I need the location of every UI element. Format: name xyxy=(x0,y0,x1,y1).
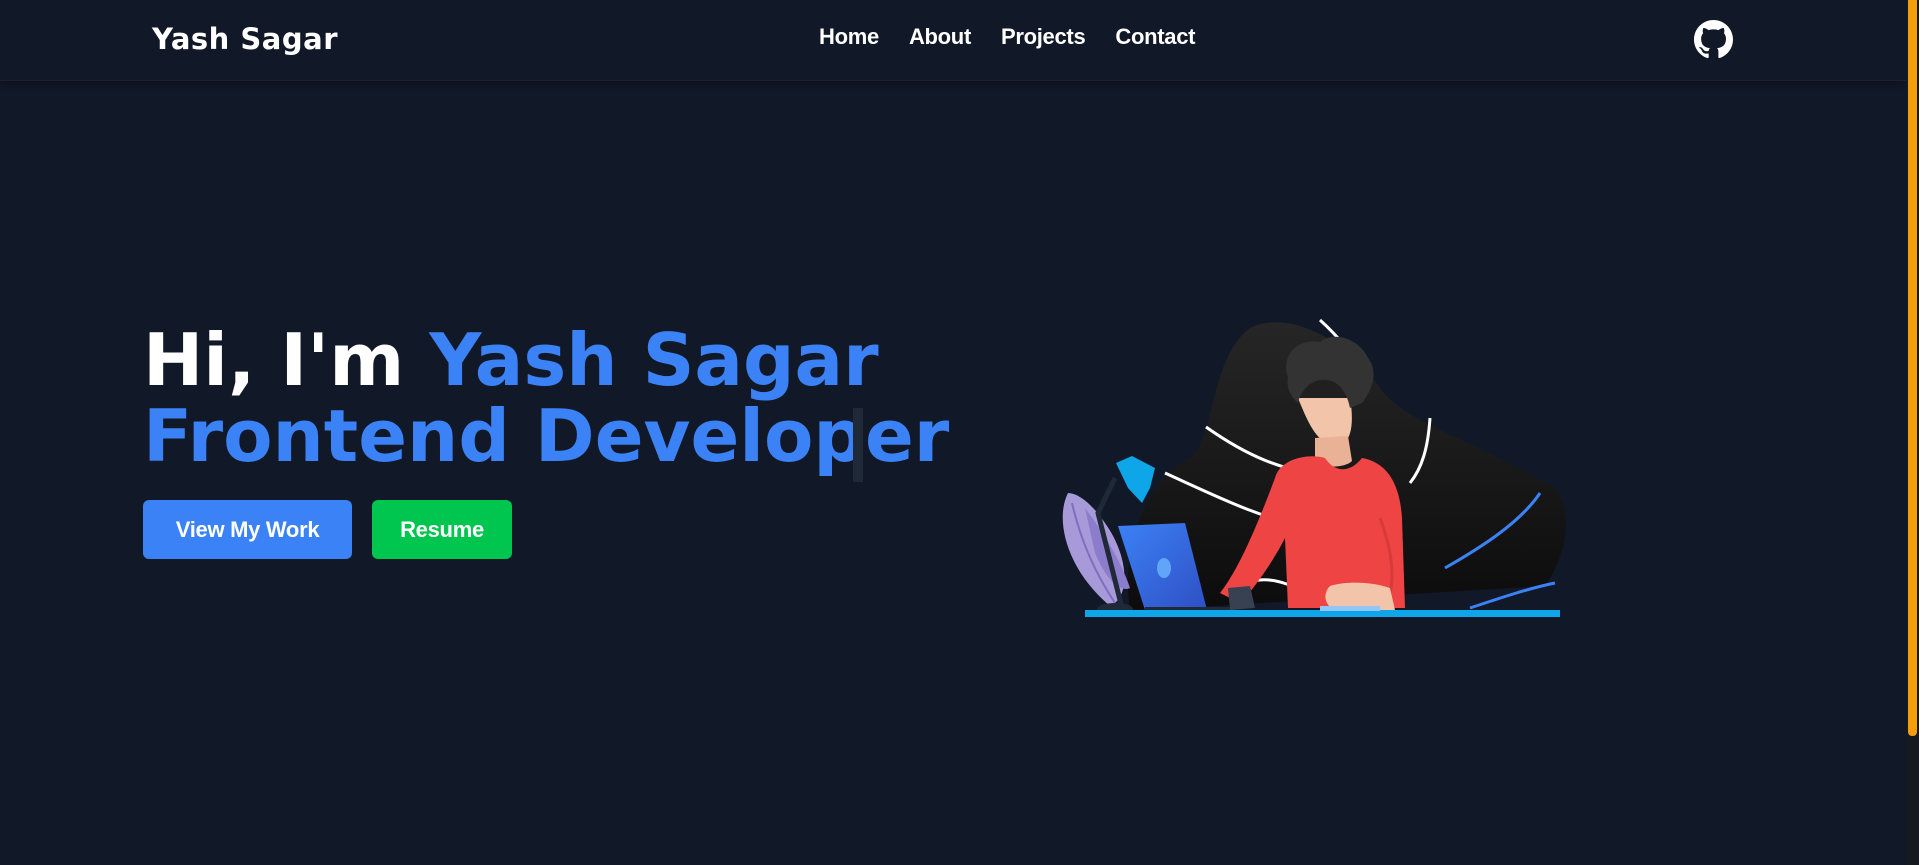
brand-logo[interactable]: Yash Sagar xyxy=(152,22,338,56)
hero-role: Frontend Developer xyxy=(143,394,950,478)
developer-illustration xyxy=(1062,318,1566,617)
hero-greeting: Hi, I'm xyxy=(143,318,430,402)
hero-title: Hi, I'm Yash Sagar Frontend Developer xyxy=(143,322,949,474)
nav-link-about[interactable]: About xyxy=(909,24,971,50)
typing-cursor xyxy=(853,408,863,482)
scrollbar[interactable] xyxy=(1906,0,1919,865)
view-my-work-button[interactable]: View My Work xyxy=(143,500,352,559)
navbar: Yash Sagar Home About Projects Contact xyxy=(0,0,1906,81)
scrollbar-thumb[interactable] xyxy=(1908,0,1917,736)
nav-link-home[interactable]: Home xyxy=(819,24,879,50)
hero-name: Yash Sagar xyxy=(429,318,879,402)
nav-links: Home About Projects Contact xyxy=(819,24,1195,50)
resume-button[interactable]: Resume xyxy=(372,500,512,559)
nav-link-contact[interactable]: Contact xyxy=(1115,24,1195,50)
github-icon[interactable] xyxy=(1694,20,1733,59)
nav-link-projects[interactable]: Projects xyxy=(1001,24,1086,50)
